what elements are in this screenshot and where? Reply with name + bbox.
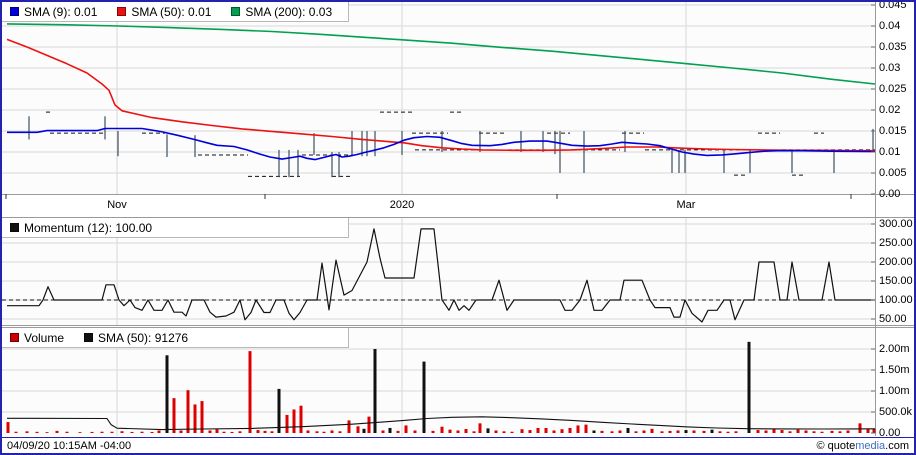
legend-item-momentum: Momentum (12): 100.00 bbox=[10, 221, 152, 235]
sma200-swatch-icon bbox=[231, 7, 241, 16]
sma50-swatch-icon bbox=[117, 7, 127, 16]
y-axis-label: 100.00 bbox=[879, 294, 913, 306]
y-axis-label: 0.02 bbox=[879, 104, 901, 116]
chart-frame: SMA (9): 0.01 SMA (50): 0.01 SMA (200): … bbox=[0, 0, 916, 455]
sma9-legend-label: SMA (9): 0.01 bbox=[24, 4, 98, 19]
y-axis-label: 1.50m bbox=[879, 364, 910, 376]
volume-swatch-icon bbox=[10, 333, 19, 342]
y-axis-label: 150.00 bbox=[879, 275, 913, 287]
timestamp: 04/09/20 10:15AM -04:00 bbox=[7, 439, 132, 452]
y-axis-label: 0.01 bbox=[879, 146, 901, 158]
volume-sma50-legend-label: SMA (50): 91276 bbox=[98, 330, 189, 345]
x-axis-label-2020: 2020 bbox=[389, 199, 415, 211]
legend-item-volume: Volume bbox=[10, 331, 64, 345]
x-axis-label-mar: Mar bbox=[676, 199, 696, 211]
logo-quote-text: quote bbox=[827, 439, 856, 452]
sma9-swatch-icon bbox=[10, 7, 19, 16]
copyright-symbol: © bbox=[816, 439, 828, 452]
legend-item-sma50: SMA (50): 0.01 bbox=[117, 5, 211, 19]
y-axis-label: 200.00 bbox=[879, 256, 913, 268]
logo-com-text: .com bbox=[885, 439, 909, 452]
y-axis-label: 1.00m bbox=[879, 385, 910, 397]
momentum-legend: Momentum (12): 100.00 bbox=[2, 218, 349, 238]
y-axis-label: 0.00 bbox=[879, 188, 901, 200]
y-axis-label: 500.0k bbox=[879, 406, 913, 418]
sma200-legend-label: SMA (200): 0.03 bbox=[245, 4, 333, 19]
legend-item-sma200: SMA (200): 0.03 bbox=[231, 5, 332, 19]
y-axis-label: 0.035 bbox=[879, 41, 907, 53]
y-axis-label: 0.045 bbox=[879, 0, 907, 11]
y-axis-label: 0.005 bbox=[879, 167, 907, 179]
y-axis-label: 2.00m bbox=[879, 343, 910, 355]
price-legend: SMA (9): 0.01 SMA (50): 0.01 SMA (200): … bbox=[2, 2, 349, 22]
volume-legend-label: Volume bbox=[24, 330, 65, 345]
x-axis-label-nov: Nov bbox=[107, 199, 127, 211]
y-axis-label: 0.025 bbox=[879, 83, 907, 95]
momentum-legend-label: Momentum (12): 100.00 bbox=[24, 220, 153, 235]
y-axis-label: 0.03 bbox=[879, 62, 901, 74]
sma50-legend-label: SMA (50): 0.01 bbox=[131, 4, 212, 19]
y-axis-label: 250.00 bbox=[879, 237, 913, 249]
quotemedia-logo[interactable]: © quotemedia.com bbox=[816, 440, 909, 452]
status-bar: 04/09/20 10:15AM -04:00 © quotemedia.com bbox=[2, 437, 914, 453]
logo-media-text: media bbox=[855, 439, 886, 452]
y-axis-label: 50.00 bbox=[879, 313, 907, 325]
momentum-swatch-icon bbox=[10, 223, 19, 232]
legend-item-sma9: SMA (9): 0.01 bbox=[10, 5, 97, 19]
volume-legend: Volume SMA (50): 91276 bbox=[2, 328, 349, 348]
y-axis-label: 300.00 bbox=[879, 218, 913, 230]
y-axis-label: 0.015 bbox=[879, 125, 907, 137]
legend-item-volume-sma50: SMA (50): 91276 bbox=[84, 331, 188, 345]
volume-sma50-swatch-icon bbox=[84, 333, 94, 342]
y-axis-label: 0.04 bbox=[879, 20, 901, 32]
